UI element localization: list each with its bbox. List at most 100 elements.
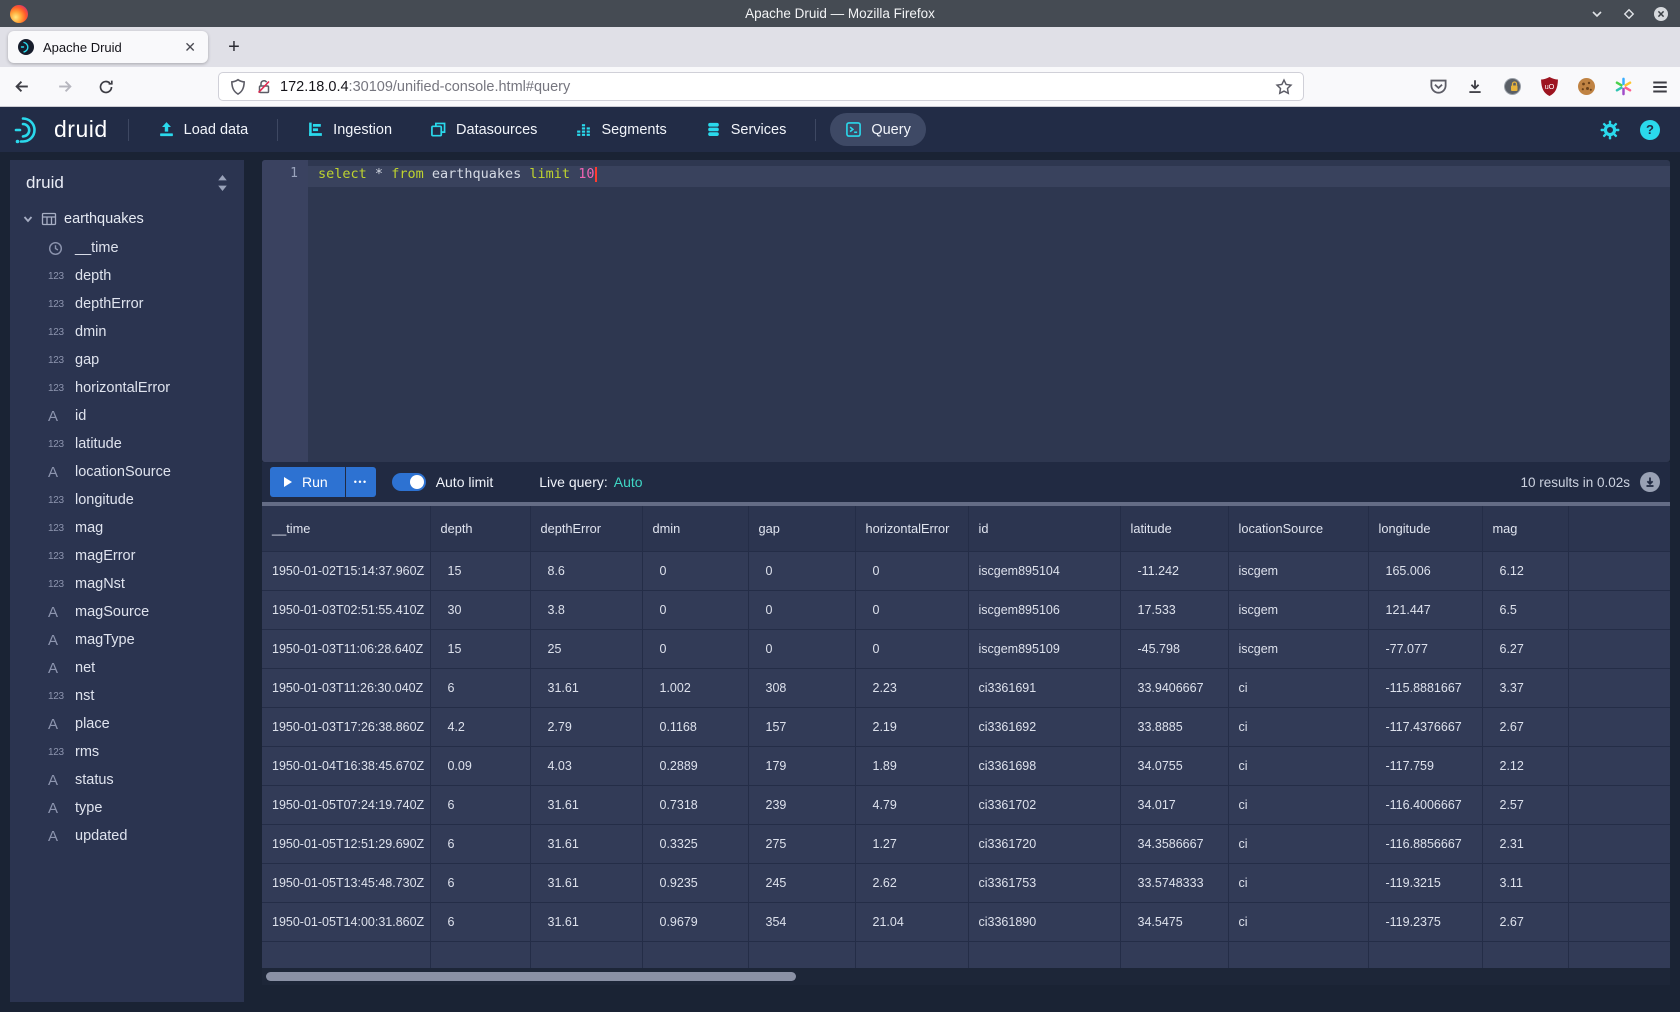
table-cell[interactable]: 1950-01-03T11:06:28.640Z (262, 629, 430, 668)
sidebar-column-gap[interactable]: 123gap (10, 346, 244, 374)
table-cell[interactable]: 179 (748, 746, 855, 785)
table-cell[interactable]: ci (1228, 785, 1368, 824)
table-cell[interactable]: 2.62 (855, 863, 968, 902)
table-cell[interactable]: 2.67 (1482, 707, 1568, 746)
table-cell[interactable]: ci3361702 (968, 785, 1120, 824)
table-cell[interactable]: ci3361753 (968, 863, 1120, 902)
table-cell[interactable]: 1.89 (855, 746, 968, 785)
nav-item-load-data[interactable]: Load data (139, 112, 268, 147)
table-cell[interactable]: 25 (530, 629, 642, 668)
column-header-gap[interactable]: gap (748, 506, 855, 551)
table-cell[interactable]: 6 (430, 902, 530, 941)
table-cell[interactable]: 2.12 (1482, 746, 1568, 785)
table-cell[interactable]: 0.09 (430, 746, 530, 785)
sidebar-column-dmin[interactable]: 123dmin (10, 318, 244, 346)
table-cell[interactable]: 34.5475 (1120, 902, 1228, 941)
table-cell[interactable]: 0 (748, 629, 855, 668)
reload-icon[interactable] (94, 75, 118, 99)
table-cell[interactable]: 0.1168 (642, 707, 748, 746)
table-cell[interactable]: 0.9679 (642, 902, 748, 941)
table-cell[interactable]: -77.077 (1368, 629, 1482, 668)
table-cell[interactable]: 4.2 (430, 707, 530, 746)
forward-icon[interactable] (52, 75, 76, 99)
bookmark-star-icon[interactable] (1275, 78, 1293, 96)
druid-logo[interactable]: druid (12, 115, 108, 145)
sidebar-column-updated[interactable]: Aupdated (10, 822, 244, 850)
table-cell[interactable]: 0 (748, 551, 855, 590)
table-cell[interactable]: 8.6 (530, 551, 642, 590)
nav-item-segments[interactable]: Segments (556, 112, 685, 147)
table-cell[interactable]: 157 (748, 707, 855, 746)
table-cell[interactable]: 3.11 (1482, 863, 1568, 902)
sql-editor[interactable]: 1 select * from earthquakes limit 10 (262, 160, 1670, 462)
table-cell[interactable]: 0 (748, 590, 855, 629)
table-cell[interactable]: 6 (430, 863, 530, 902)
sidebar-column-magSource[interactable]: AmagSource (10, 598, 244, 626)
column-header-depth[interactable]: depth (430, 506, 530, 551)
table-cell[interactable]: 0 (642, 551, 748, 590)
table-cell[interactable]: 1.27 (855, 824, 968, 863)
insecure-lock-icon[interactable] (256, 79, 272, 95)
table-cell[interactable]: 0 (642, 590, 748, 629)
table-cell[interactable]: 15 (430, 551, 530, 590)
auto-limit-toggle[interactable] (392, 473, 426, 491)
container-icon[interactable] (1611, 75, 1635, 99)
table-cell[interactable]: 275 (748, 824, 855, 863)
table-cell[interactable]: 1950-01-05T14:00:31.860Z (262, 902, 430, 941)
table-cell[interactable]: 354 (748, 902, 855, 941)
table-cell[interactable]: iscgem895106 (968, 590, 1120, 629)
column-header-id[interactable]: id (968, 506, 1120, 551)
table-cell[interactable]: 0 (642, 629, 748, 668)
cookie-icon[interactable] (1574, 75, 1598, 99)
window-maximize-icon[interactable] (1620, 5, 1638, 23)
table-cell[interactable]: 0 (855, 551, 968, 590)
table-cell[interactable]: 21.04 (855, 902, 968, 941)
menu-icon[interactable] (1648, 75, 1672, 99)
table-cell[interactable]: -45.798 (1120, 629, 1228, 668)
column-header-locationSource[interactable]: locationSource (1228, 506, 1368, 551)
sidebar-column-magNst[interactable]: 123magNst (10, 570, 244, 598)
table-cell[interactable]: 0 (855, 590, 968, 629)
table-cell[interactable]: 3.8 (530, 590, 642, 629)
table-cell[interactable]: 239 (748, 785, 855, 824)
table-cell[interactable]: ci3361720 (968, 824, 1120, 863)
sidebar-column-locationSource[interactable]: AlocationSource (10, 458, 244, 486)
new-tab-button[interactable]: + (220, 36, 248, 59)
table-cell[interactable]: 6.12 (1482, 551, 1568, 590)
table-cell[interactable]: ci (1228, 863, 1368, 902)
table-cell[interactable]: 1950-01-02T15:14:37.960Z (262, 551, 430, 590)
table-cell[interactable]: 2.79 (530, 707, 642, 746)
table-cell[interactable]: ci (1228, 746, 1368, 785)
table-cell[interactable]: -11.242 (1120, 551, 1228, 590)
table-cell[interactable]: 1950-01-03T17:26:38.860Z (262, 707, 430, 746)
column-header-longitude[interactable]: longitude (1368, 506, 1482, 551)
table-cell[interactable]: 34.0755 (1120, 746, 1228, 785)
downloads-icon[interactable] (1463, 75, 1487, 99)
table-cell[interactable]: 6.27 (1482, 629, 1568, 668)
column-header-depthError[interactable]: depthError (530, 506, 642, 551)
table-cell[interactable]: 30 (430, 590, 530, 629)
extension-lock-icon[interactable] (1500, 75, 1524, 99)
sql-text[interactable]: select * from earthquakes limit 10 (318, 166, 597, 187)
table-cell[interactable]: iscgem895104 (968, 551, 1120, 590)
table-cell[interactable]: 31.61 (530, 902, 642, 941)
table-cell[interactable]: ci3361692 (968, 707, 1120, 746)
table-cell[interactable]: 3.37 (1482, 668, 1568, 707)
sidebar-column-net[interactable]: Anet (10, 654, 244, 682)
table-cell[interactable]: 245 (748, 863, 855, 902)
table-cell[interactable]: 31.61 (530, 785, 642, 824)
table-cell[interactable]: 4.03 (530, 746, 642, 785)
sidebar-column-place[interactable]: Aplace (10, 710, 244, 738)
sidebar-column-__time[interactable]: __time (10, 234, 244, 262)
table-cell[interactable]: 1950-01-03T02:51:55.410Z (262, 590, 430, 629)
table-cell[interactable]: 165.006 (1368, 551, 1482, 590)
window-shade-icon[interactable] (1588, 5, 1606, 23)
chevron-down-icon[interactable] (22, 213, 34, 225)
table-cell[interactable]: 6.5 (1482, 590, 1568, 629)
table-cell[interactable]: 0 (855, 629, 968, 668)
table-cell[interactable]: ci3361698 (968, 746, 1120, 785)
nav-item-ingestion[interactable]: Ingestion (288, 112, 411, 147)
table-cell[interactable]: ci3361691 (968, 668, 1120, 707)
table-cell[interactable]: 1950-01-03T11:26:30.040Z (262, 668, 430, 707)
table-cell[interactable]: 6 (430, 668, 530, 707)
